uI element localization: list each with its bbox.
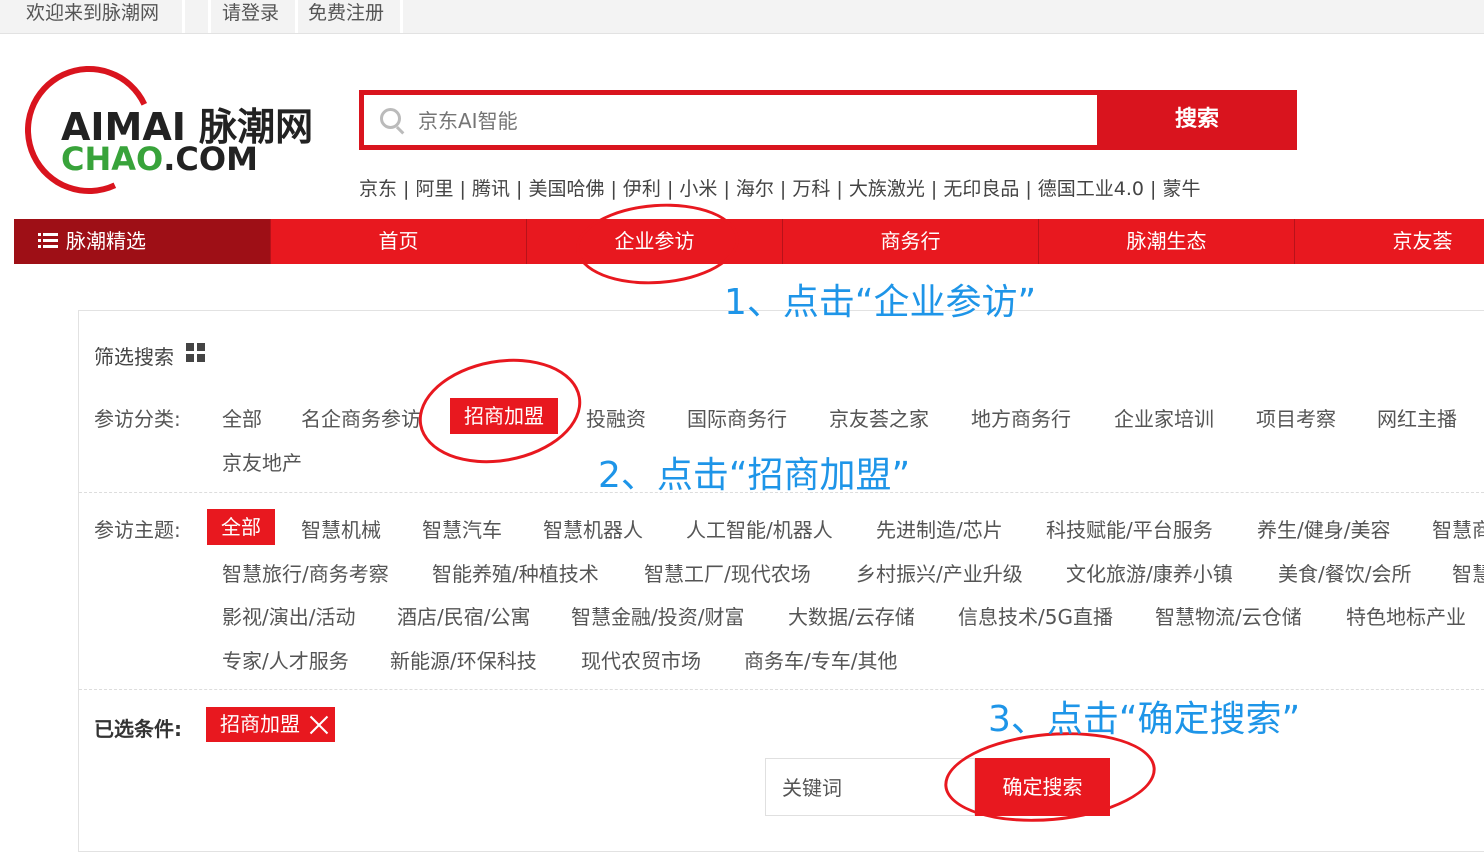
theme-all[interactable]: 全部 (207, 509, 275, 545)
theme-option[interactable]: 人工智能/机器人 (686, 514, 833, 543)
top-bar: 欢迎来到脉潮网 请登录 免费注册 (0, 0, 1484, 34)
category-real-estate[interactable]: 京友地产 (222, 447, 302, 476)
theme-option[interactable]: 智慧金融/投资/财富 (571, 601, 744, 630)
theme-option[interactable]: 智慧机器人 (543, 514, 643, 543)
category-famous-enterprise[interactable]: 名企商务参访 (301, 403, 421, 432)
nav-ecology[interactable]: 脉潮生态 (1038, 219, 1294, 264)
annotation-circle-enterprise-visit (573, 198, 742, 290)
theme-option[interactable]: 乡村振兴/产业升级 (856, 558, 1023, 587)
theme-option[interactable]: 新能源/环保科技 (390, 645, 537, 674)
nav-featured[interactable]: 脉潮精选 (14, 219, 270, 264)
theme-option[interactable]: 商务车/专车/其他 (744, 645, 897, 674)
theme-label: 参访主题: (94, 518, 181, 542)
site-logo[interactable]: AIMAI 脉潮网 CHAO.COM (6, 47, 315, 213)
chosen-chip[interactable]: 招商加盟 (206, 707, 335, 742)
grid-icon (186, 343, 205, 362)
theme-option[interactable]: 影视/演出/活动 (222, 601, 355, 630)
category-local-business[interactable]: 地方商务行 (971, 403, 1071, 432)
nav-featured-label: 脉潮精选 (66, 229, 146, 253)
search-icon (380, 108, 401, 129)
theme-option[interactable]: 先进制造/芯片 (876, 514, 1003, 543)
theme-option[interactable]: 专家/人才服务 (222, 645, 349, 674)
logo-com: .COM (163, 140, 258, 178)
theme-option[interactable]: 科技赋能/平台服务 (1046, 514, 1213, 543)
chosen-label: 已选条件: (94, 717, 182, 741)
category-international[interactable]: 国际商务行 (687, 403, 787, 432)
search-button[interactable]: 搜索 (1097, 90, 1297, 150)
theme-option[interactable]: 智慧机械 (301, 514, 381, 543)
category-influencer[interactable]: 网红主播 (1377, 403, 1457, 432)
category-project-inspection[interactable]: 项目考察 (1256, 403, 1336, 432)
topbar-divider (295, 0, 298, 33)
theme-option[interactable]: 美食/餐饮/会所 (1278, 558, 1411, 587)
category-label: 参访分类: (94, 407, 181, 431)
category-investment[interactable]: 投融资 (586, 403, 646, 432)
theme-option[interactable]: 智慧物流/云仓储 (1155, 601, 1302, 630)
chosen-chip-label: 招商加盟 (220, 712, 300, 736)
theme-option[interactable]: 智慧旅行/商务考察 (222, 558, 389, 587)
search-field (364, 95, 1097, 145)
theme-option[interactable]: 大数据/云存储 (788, 601, 915, 630)
category-jingyouhui-home[interactable]: 京友荟之家 (829, 403, 929, 432)
logo-text-bottom: CHAO.COM (61, 140, 258, 178)
theme-option[interactable]: 智慧汽车 (422, 514, 502, 543)
topbar-divider (400, 0, 403, 33)
annotation-step1: 1、点击“企业参访” (724, 282, 1037, 323)
theme-option[interactable]: 养生/健身/美容 (1257, 514, 1390, 543)
nav-business-trip[interactable]: 商务行 (782, 219, 1038, 264)
theme-option[interactable]: 特色地标产业 (1346, 601, 1466, 630)
filter-title: 筛选搜索 (94, 345, 174, 369)
theme-option[interactable]: 智能养殖/种植技术 (432, 558, 599, 587)
nav-home[interactable]: 首页 (270, 219, 526, 264)
annotation-step2: 2、点击“招商加盟” (598, 455, 911, 496)
annotation-step3: 3、点击“确定搜索” (988, 699, 1301, 740)
main-nav: 脉潮精选 首页 企业参访 商务行 脉潮生态 京友荟 (14, 219, 1484, 264)
search-input[interactable] (416, 103, 1080, 139)
theme-option[interactable]: 现代农贸市场 (581, 645, 701, 674)
topbar-divider (208, 0, 211, 33)
topbar-divider (182, 0, 185, 33)
list-icon (38, 233, 58, 249)
login-link[interactable]: 请登录 (222, 0, 279, 33)
category-all[interactable]: 全部 (222, 403, 262, 432)
theme-option[interactable]: 酒店/民宿/公寓 (397, 601, 530, 630)
register-link[interactable]: 免费注册 (308, 0, 384, 33)
hot-keywords[interactable]: 京东 | 阿里 | 腾讯 | 美国哈佛 | 伊利 | 小米 | 海尔 | 万科 … (359, 174, 1201, 201)
nav-jingyouhui[interactable]: 京友荟 (1294, 219, 1484, 264)
theme-option[interactable]: 智慧商 (1432, 514, 1484, 543)
search-bar: 搜索 (359, 90, 1297, 150)
close-icon[interactable] (309, 715, 329, 735)
category-entrepreneur-training[interactable]: 企业家培训 (1114, 403, 1214, 432)
theme-option[interactable]: 智慧 (1452, 558, 1484, 587)
theme-option[interactable]: 智慧工厂/现代农场 (644, 558, 811, 587)
theme-option[interactable]: 信息技术/5G直播 (958, 601, 1113, 630)
theme-option[interactable]: 文化旅游/康养小镇 (1066, 558, 1233, 587)
logo-chao: CHAO (61, 140, 164, 178)
welcome-text: 欢迎来到脉潮网 (26, 2, 160, 24)
keyword-input[interactable] (780, 759, 964, 817)
